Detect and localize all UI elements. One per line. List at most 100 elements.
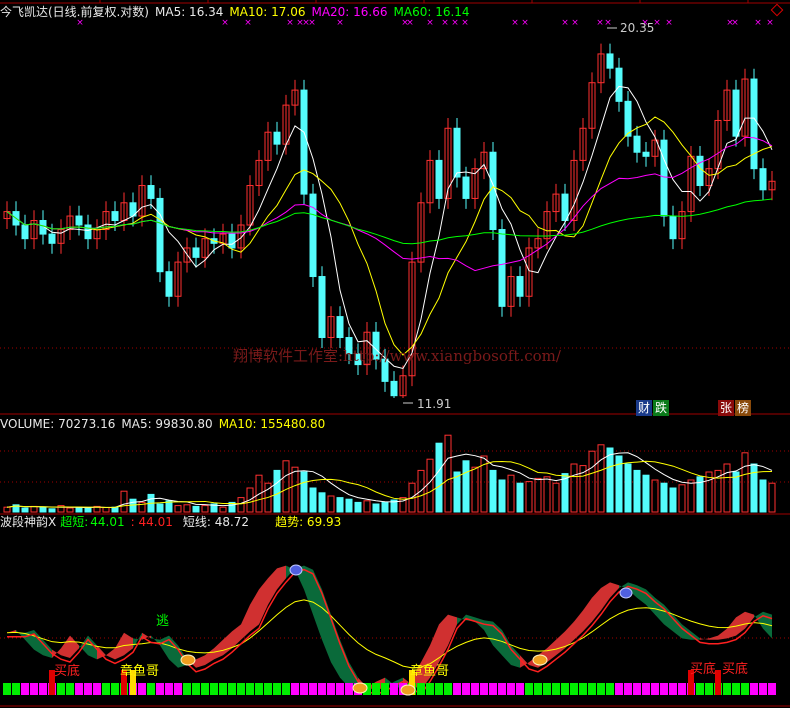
state-block	[345, 683, 353, 695]
volume-bar	[678, 484, 686, 513]
volume-bar	[336, 497, 344, 513]
state-block	[570, 683, 578, 695]
volume-bar	[120, 490, 128, 513]
state-block	[381, 683, 389, 695]
candle-body	[336, 316, 344, 339]
low-price-label: 11.91	[417, 397, 452, 411]
volume-bar	[489, 469, 497, 513]
cup-icon	[289, 564, 303, 576]
volume-ma10-line	[6, 460, 773, 508]
rise-tag[interactable]: 张	[718, 400, 734, 416]
state-block	[327, 683, 335, 695]
volume-bar	[426, 458, 434, 513]
state-block	[147, 683, 155, 695]
volume-bar	[66, 507, 74, 513]
volume-bar	[84, 507, 92, 513]
state-block	[174, 683, 182, 695]
gold-ingot-icon	[532, 654, 548, 666]
diamond-icon	[770, 3, 784, 17]
candle-body	[228, 233, 236, 249]
state-block	[624, 683, 632, 695]
indicator-header: 波段神韵X 超短: 44.01: 44.01 短线: 48.72 趋势: 69.93	[0, 515, 347, 529]
state-block	[372, 683, 380, 695]
ribbon-segment	[124, 632, 133, 656]
ribbon-segment	[511, 645, 520, 668]
state-block	[597, 683, 605, 695]
volume-bar	[768, 482, 776, 513]
state-block	[498, 683, 506, 695]
state-block	[615, 683, 623, 695]
volume-bar	[282, 460, 290, 513]
state-block	[390, 683, 398, 695]
candle-body	[696, 155, 704, 187]
ribbon-segment	[556, 631, 565, 656]
state-block	[444, 683, 452, 695]
marker-x-icon: ×	[308, 18, 316, 28]
state-block	[192, 683, 200, 695]
candle-body	[615, 67, 623, 102]
state-block	[3, 683, 11, 695]
state-block	[210, 683, 218, 695]
stock-title: 今飞凯达(日线.前复权.对数)	[0, 5, 149, 19]
candle-body	[453, 127, 461, 178]
state-block	[30, 683, 38, 695]
ribbon-segment	[610, 582, 619, 598]
state-block	[543, 683, 551, 695]
ribbon-segment	[322, 589, 331, 663]
ribbon-segment	[736, 611, 745, 636]
state-block	[336, 683, 344, 695]
volume-bar	[192, 505, 200, 513]
volume-bar	[201, 505, 209, 513]
ribbon-segment	[709, 635, 718, 640]
qushi-value: 趋势: 69.93	[275, 515, 342, 529]
volume-bar	[534, 477, 542, 513]
marker-x-icon: ×	[571, 18, 579, 28]
volume-bar	[525, 481, 533, 513]
buy-bottom-signal: 买底	[722, 662, 749, 677]
candle-body	[435, 159, 443, 199]
buy-bottom-signal: 买底	[54, 664, 81, 679]
finance-tag[interactable]: 财	[636, 400, 652, 416]
state-block	[516, 683, 524, 695]
state-block	[678, 683, 686, 695]
ribbon-segment	[637, 585, 646, 605]
state-block	[552, 683, 560, 695]
marker-x-icon: ×	[406, 18, 414, 28]
volume-bar	[507, 474, 515, 513]
list-tag[interactable]: 榜	[735, 400, 751, 416]
drop-tag[interactable]: 跌	[653, 400, 669, 416]
state-block	[12, 683, 20, 695]
indicator-name: 波段神韵X	[0, 515, 57, 529]
state-block	[669, 683, 677, 695]
state-block	[165, 683, 173, 695]
ribbon-segment	[25, 630, 34, 650]
ribbon-segment	[601, 582, 610, 611]
marker-x-icon: ×	[244, 18, 252, 28]
state-block	[435, 683, 443, 695]
state-block	[102, 683, 110, 695]
state-block	[642, 683, 650, 695]
volume-value: VOLUME: 70273.16	[0, 417, 116, 431]
ribbon-segment	[106, 648, 115, 660]
volume-bar	[570, 463, 578, 513]
state-block	[534, 683, 542, 695]
volume-bar	[552, 482, 560, 513]
high-price-label: 20.35	[620, 21, 655, 35]
marker-x-icon: ×	[754, 18, 762, 28]
candle-body	[273, 131, 281, 145]
candle-body	[390, 380, 398, 397]
state-block	[237, 683, 245, 695]
state-block	[309, 683, 317, 695]
state-block	[201, 683, 209, 695]
candle-body	[462, 176, 470, 199]
marker-x-icon: ×	[286, 18, 294, 28]
volume-bar	[687, 479, 695, 513]
state-block	[156, 683, 164, 695]
marker-x-icon: ×	[511, 18, 519, 28]
octopus-signal: 章鱼哥	[410, 664, 450, 679]
state-block	[426, 683, 434, 695]
state-block	[759, 683, 767, 695]
volume-bar	[300, 471, 308, 513]
state-block	[489, 683, 497, 695]
state-block	[741, 683, 749, 695]
